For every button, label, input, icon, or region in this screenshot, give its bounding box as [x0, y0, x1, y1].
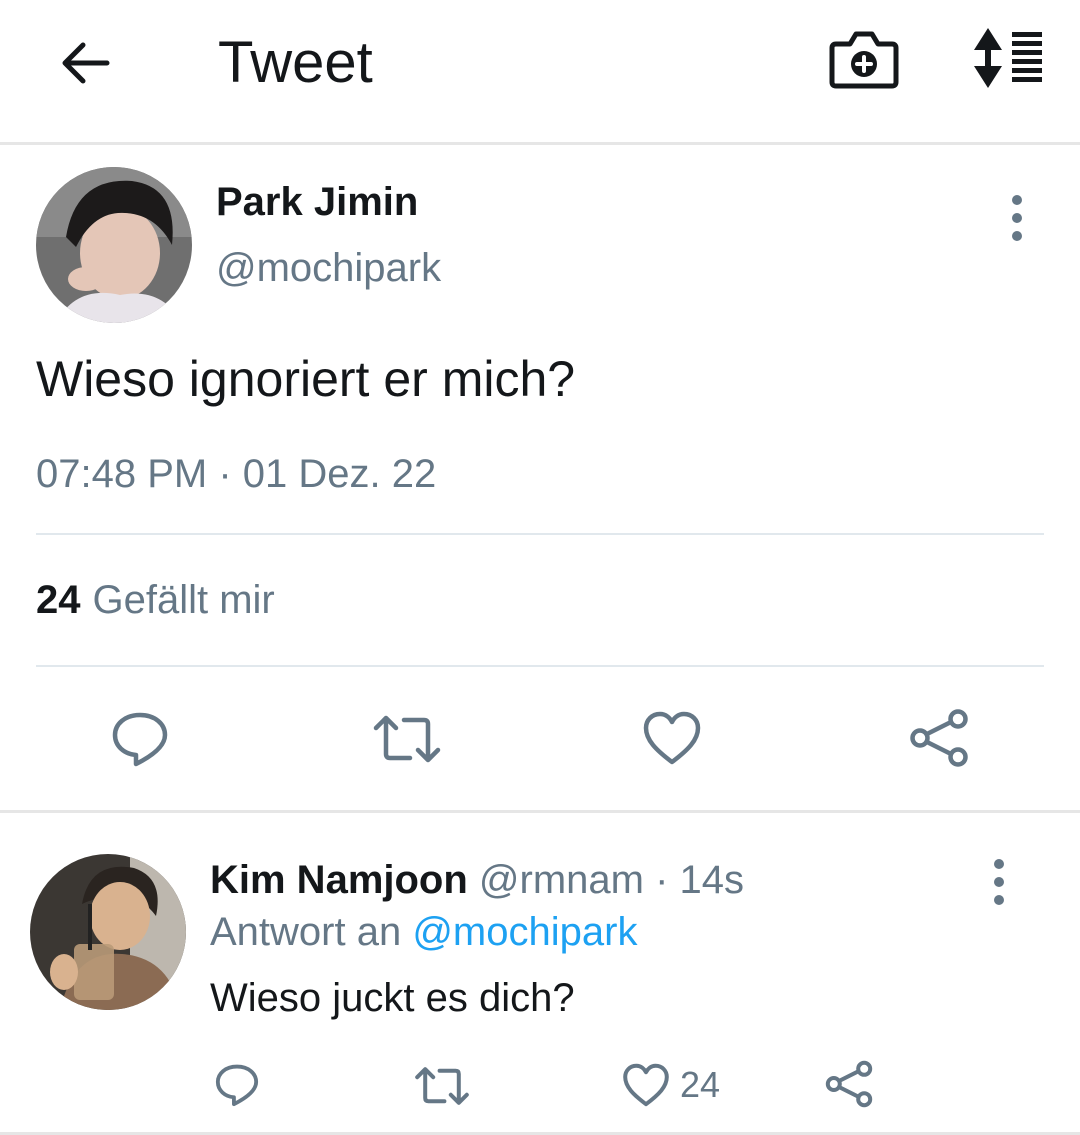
reply-button[interactable]: [110, 710, 170, 768]
replying-to-mention[interactable]: @mochipark: [412, 910, 637, 954]
divider: [36, 533, 1044, 535]
reply-time: 14s: [679, 858, 745, 902]
reply-avatar[interactable]: [30, 854, 186, 1010]
avatar[interactable]: [36, 167, 192, 323]
heart-icon: [643, 711, 701, 765]
meta-separator: ·: [643, 858, 680, 902]
share-button[interactable]: [908, 708, 970, 768]
sort-icon: [974, 28, 1042, 88]
reply-author-name[interactable]: Kim Namjoon: [210, 858, 468, 902]
retweet-icon: [373, 715, 441, 763]
more-vertical-icon: [1012, 195, 1022, 241]
more-options-button[interactable]: [996, 192, 1038, 244]
avatar-image: [36, 167, 192, 323]
reply-retweet-button[interactable]: [414, 1064, 470, 1108]
reply-like-count: 24: [680, 1064, 721, 1105]
camera-plus-icon: [829, 31, 899, 89]
retweet-icon: [415, 1067, 469, 1105]
more-vertical-icon: [994, 859, 1004, 905]
likes-count: 24: [36, 578, 81, 622]
reply-like-button[interactable]: 24: [622, 1062, 720, 1108]
author-handle[interactable]: @mochipark: [216, 246, 441, 291]
author-name[interactable]: Park Jimin: [216, 180, 418, 225]
back-button[interactable]: [50, 28, 120, 98]
share-icon: [910, 709, 968, 767]
reply-text: Wieso juckt es dich?: [210, 976, 575, 1020]
reply-share-button[interactable]: [824, 1060, 874, 1108]
reply-more-options-button[interactable]: [978, 856, 1020, 908]
reply-author-handle[interactable]: @rmnam: [479, 858, 644, 902]
reply-icon: [112, 712, 168, 767]
divider: [36, 665, 1044, 667]
sort-button[interactable]: [966, 24, 1050, 94]
like-button[interactable]: [642, 710, 702, 766]
share-icon: [825, 1060, 873, 1108]
likes-summary[interactable]: 24 Gefällt mir: [36, 578, 275, 623]
camera-button[interactable]: [826, 26, 902, 96]
tweet-text: Wieso ignoriert er mich?: [36, 351, 576, 407]
top-app-bar: Tweet: [0, 0, 1080, 145]
replying-to-label: Antwort an: [210, 910, 413, 954]
avatar-image: [30, 854, 186, 1010]
heart-icon: [623, 1063, 669, 1107]
back-arrow-icon: [62, 42, 110, 84]
reply-header: Kim Namjoon @rmnam · 14s: [210, 858, 744, 903]
page-title: Tweet: [218, 30, 373, 95]
retweet-button[interactable]: [372, 712, 442, 766]
likes-label: Gefällt mir: [92, 578, 275, 622]
reply-icon: [215, 1064, 259, 1107]
section-divider: [0, 810, 1080, 813]
replying-to: Antwort an @mochipark: [210, 910, 637, 955]
tweet-timestamp: 07:48 PM · 01 Dez. 22: [36, 452, 437, 496]
reply-reply-button[interactable]: [214, 1062, 260, 1108]
